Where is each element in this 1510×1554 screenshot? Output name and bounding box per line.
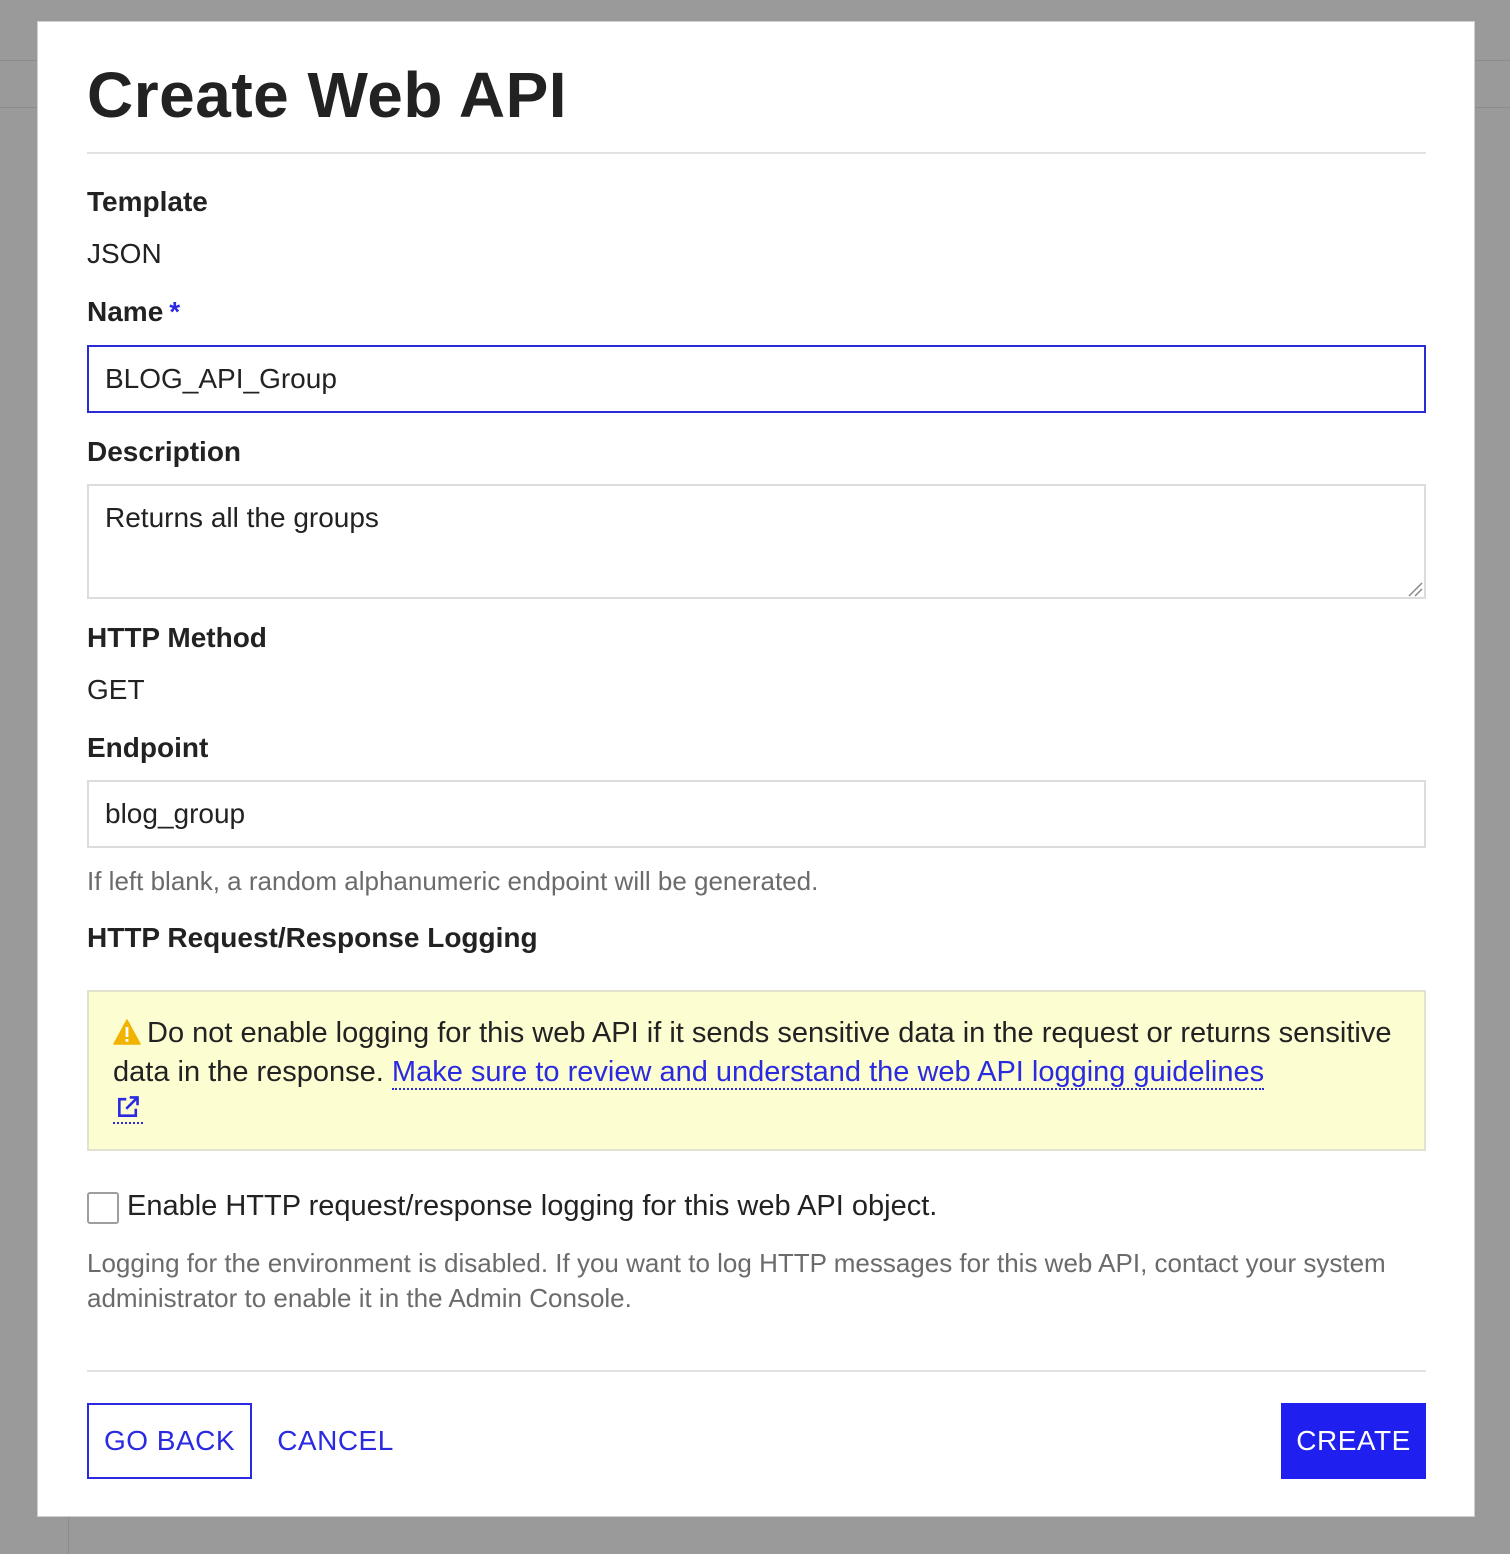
- logging-label: HTTP Request/Response Logging: [87, 922, 538, 953]
- create-web-api-dialog: Create Web API Template JSON Name* Descr…: [37, 21, 1475, 1517]
- description-label: Description: [87, 436, 242, 467]
- template-value: JSON: [87, 238, 162, 269]
- resize-grip-icon[interactable]: [1406, 580, 1424, 598]
- external-link-icon[interactable]: [113, 1094, 143, 1124]
- logging-checkbox[interactable]: [87, 1192, 119, 1224]
- name-label: Name *: [87, 296, 180, 328]
- warning-triangle-icon: [113, 1019, 141, 1045]
- dialog-title: Create Web API: [87, 59, 568, 131]
- endpoint-input[interactable]: [87, 780, 1426, 848]
- cancel-button[interactable]: CANCEL: [268, 1403, 403, 1479]
- logging-checkbox-label[interactable]: Enable HTTP request/response logging for…: [127, 1190, 937, 1223]
- required-marker: *: [169, 296, 181, 327]
- backdrop-divider: [68, 1516, 69, 1554]
- logging-guidelines-link[interactable]: Make sure to review and understand the w…: [391, 1056, 1265, 1090]
- go-back-button[interactable]: GO BACK: [87, 1403, 252, 1479]
- header-divider: [87, 152, 1426, 154]
- logging-disabled-note: Logging for the environment is disabled.…: [87, 1248, 1386, 1313]
- template-label: Template: [87, 186, 208, 217]
- name-input[interactable]: [87, 345, 1426, 413]
- http-method-label: HTTP Method: [87, 622, 267, 653]
- footer-divider: [87, 1370, 1426, 1372]
- description-textarea[interactable]: Returns all the groups: [87, 484, 1426, 599]
- endpoint-label: Endpoint: [87, 732, 209, 763]
- logging-warning-box: Do not enable logging for this web API i…: [87, 990, 1426, 1151]
- create-button[interactable]: CREATE: [1281, 1403, 1426, 1479]
- http-method-value: GET: [87, 674, 145, 705]
- endpoint-hint: If left blank, a random alphanumeric end…: [87, 866, 819, 896]
- name-label-text: Name: [87, 296, 164, 327]
